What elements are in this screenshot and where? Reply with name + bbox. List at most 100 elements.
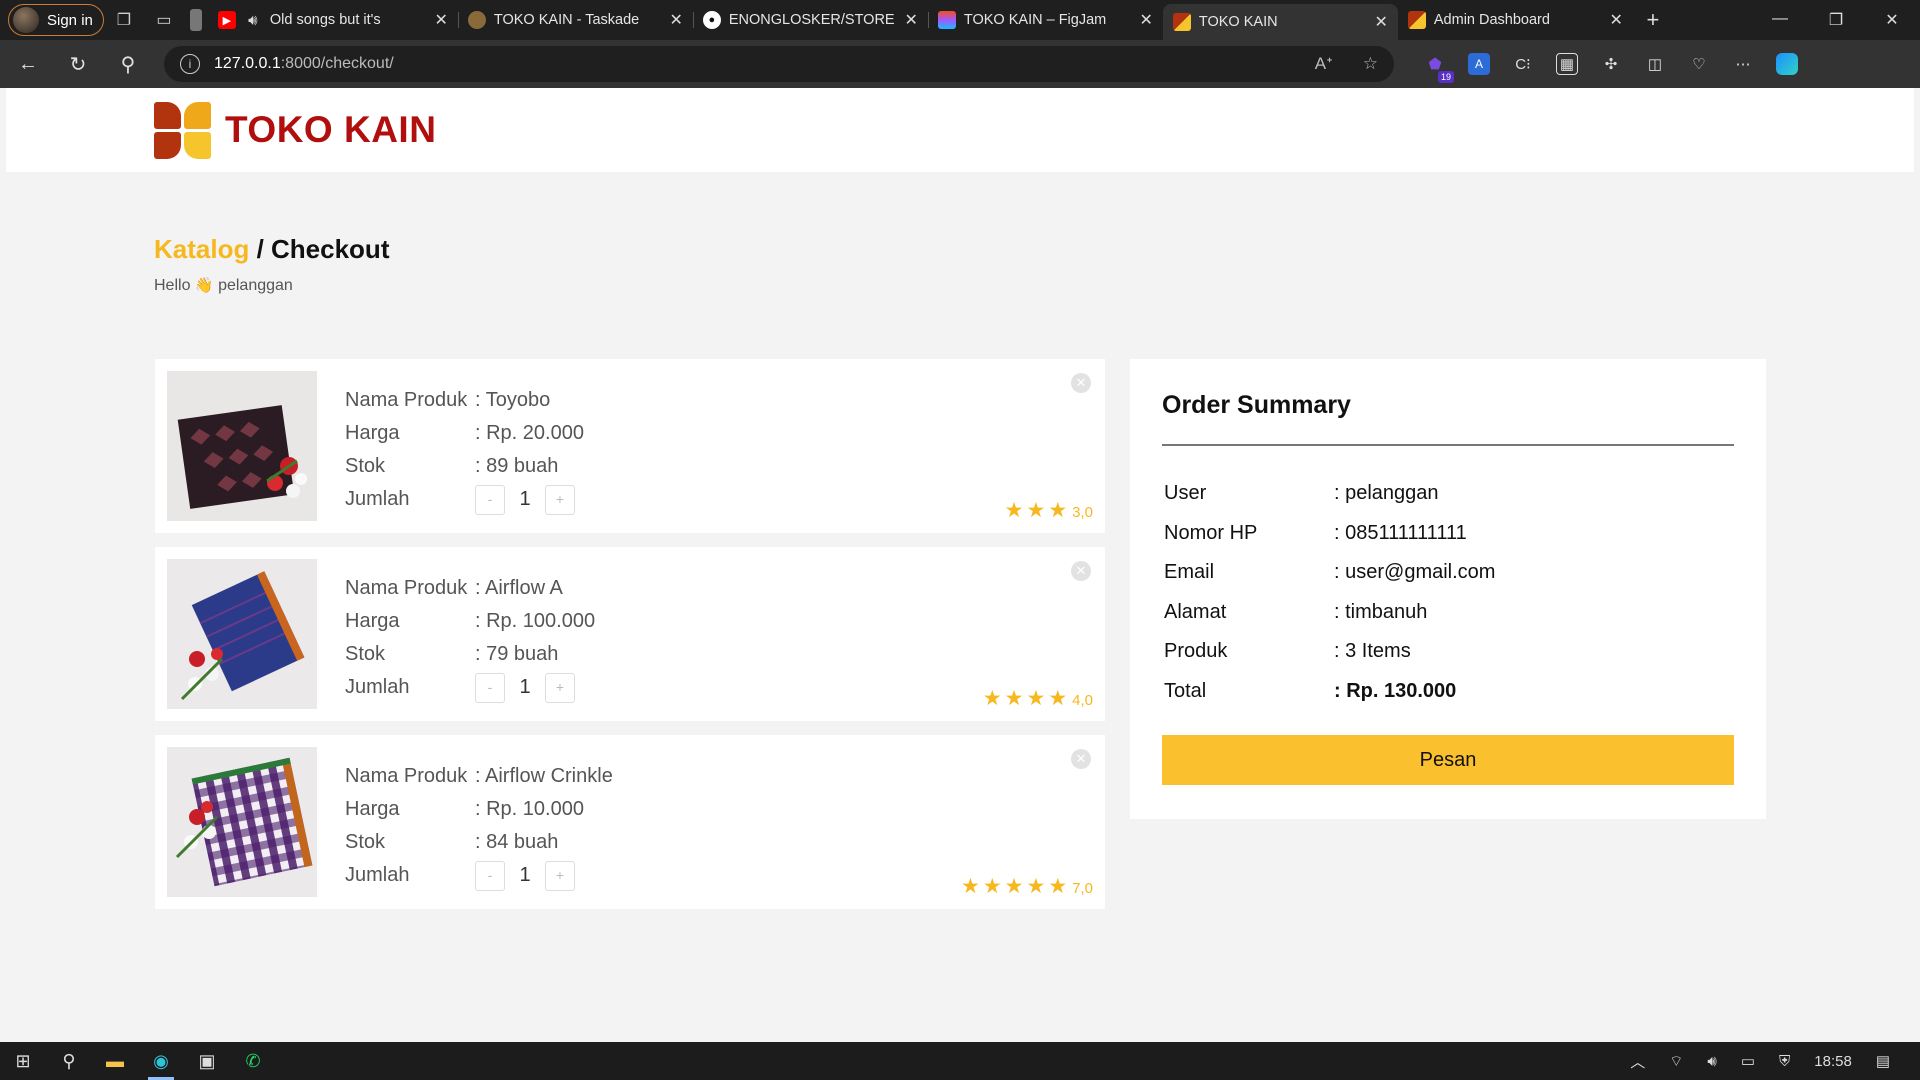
clock[interactable]: 18:58 xyxy=(1814,1053,1852,1070)
close-icon[interactable]: ✕ xyxy=(1139,10,1152,30)
product-price: : Rp. 100.000 xyxy=(475,610,596,632)
tab-taskade[interactable]: TOKO KAIN - Taskade ✕ xyxy=(457,4,693,36)
chevron-up-icon[interactable]: ︿ xyxy=(1630,1051,1645,1072)
product-name: : Airflow A xyxy=(475,577,563,599)
summary-key: Email xyxy=(1164,561,1215,584)
label-stock: Stok xyxy=(345,455,386,477)
decrease-button[interactable]: - xyxy=(475,484,505,515)
page-viewport: TOKO KAIN Katalog / Checkout Hello 👋 pel… xyxy=(6,88,1914,1042)
pinned-tab-icon[interactable] xyxy=(184,4,208,36)
divider xyxy=(1162,444,1734,446)
increase-button[interactable]: + xyxy=(545,860,575,891)
speaker-icon[interactable]: 🔊︎ xyxy=(244,11,262,29)
search-icon[interactable]: ⚲ xyxy=(46,1042,92,1080)
summary-row-products: Produk: 3 Items xyxy=(1162,632,1734,672)
tab-github[interactable]: ● ENONGLOSKER/STORE ✕ xyxy=(692,4,928,36)
summary-row-email: Email: user@gmail.com xyxy=(1162,553,1734,593)
star-icon: ★ xyxy=(1026,875,1046,898)
brand-name[interactable]: TOKO KAIN xyxy=(225,109,436,151)
workspaces-icon[interactable]: ❐ xyxy=(104,4,144,36)
rating-value: 3,0 xyxy=(1072,504,1093,521)
code-extension-icon[interactable]: C⁝ xyxy=(1512,53,1534,75)
tab-title: Old songs but it's xyxy=(269,12,381,28)
summary-key: Nomor HP xyxy=(1164,521,1258,544)
extension-hat-icon[interactable]: ⬟ 19 xyxy=(1424,53,1454,83)
search-icon[interactable]: ⚲ xyxy=(106,46,150,82)
notifications-icon[interactable]: ▤ xyxy=(1876,1052,1890,1070)
back-icon[interactable]: ← xyxy=(6,46,50,82)
product-price: : Rp. 20.000 xyxy=(475,422,584,444)
tab-actions-icon[interactable]: ▭ xyxy=(144,4,184,36)
site-info-icon[interactable]: i xyxy=(180,54,200,74)
close-window-icon[interactable]: ✕ xyxy=(1864,10,1920,30)
tab-youtube[interactable]: ▶ 🔊︎ Old songs but it's ✕ xyxy=(208,4,458,36)
battery-icon[interactable]: ▭ xyxy=(1741,1052,1755,1070)
decrease-button[interactable]: - xyxy=(475,672,505,703)
split-screen-icon[interactable]: ◫ xyxy=(1644,53,1666,75)
address-toolbar: ← ↻ ⚲ i 127.0.0.1 :8000/checkout/ A︎ᐩ ☆ … xyxy=(0,40,1920,88)
quantity-value[interactable]: 1 xyxy=(515,483,535,516)
summary-total-value: : Rp. 130.000 xyxy=(1334,679,1457,702)
wifi-icon[interactable]: ⌔ xyxy=(1669,1052,1683,1071)
read-aloud-icon[interactable]: A︎ᐩ xyxy=(1315,54,1333,74)
star-icon: ★ xyxy=(1004,499,1024,522)
copilot-icon[interactable] xyxy=(1776,53,1798,75)
more-menu-icon[interactable]: ⋯ xyxy=(1732,53,1754,75)
browser-tab-bar: Sign in ❐ ▭ ▶ 🔊︎ Old songs but it's ✕ TO… xyxy=(0,0,1920,40)
close-icon[interactable]: ✕ xyxy=(669,10,682,30)
close-icon[interactable]: ✕ xyxy=(904,10,917,30)
increase-button[interactable]: + xyxy=(545,484,575,515)
screenshot-extension-icon[interactable]: ▦ xyxy=(1556,53,1578,75)
decrease-button[interactable]: - xyxy=(475,860,505,891)
close-icon[interactable]: ✕ xyxy=(434,10,447,30)
label-stock: Stok xyxy=(345,831,386,853)
translate-icon[interactable]: A xyxy=(1468,53,1490,75)
windows-start-icon[interactable]: ⊞ xyxy=(0,1042,46,1080)
label-name: Nama Produk xyxy=(345,389,468,411)
product-image xyxy=(167,559,317,709)
order-button[interactable]: Pesan xyxy=(1162,735,1734,785)
close-icon[interactable]: ✕ xyxy=(1374,12,1387,32)
new-tab-button[interactable]: + xyxy=(1633,7,1673,33)
security-shield-icon[interactable]: ⛨ xyxy=(1779,1053,1790,1070)
minimize-icon[interactable]: — xyxy=(1752,10,1808,30)
url-bar[interactable]: i 127.0.0.1 :8000/checkout/ A︎ᐩ ☆ xyxy=(164,46,1394,82)
remove-item-icon[interactable]: ✕ xyxy=(1071,561,1091,581)
quantity-value[interactable]: 1 xyxy=(515,671,535,704)
star-icon: ★ xyxy=(1004,687,1024,710)
browser-essentials-icon[interactable]: ♡ xyxy=(1688,53,1710,75)
cart-items: Nama Produk: Toyobo Harga: Rp. 20.000 St… xyxy=(155,359,1105,923)
breadcrumb-katalog-link[interactable]: Katalog xyxy=(154,234,249,264)
terminal-icon[interactable]: ▣ xyxy=(184,1042,230,1080)
summary-details: User: pelanggan Nomor HP: 085111111111 E… xyxy=(1162,474,1734,711)
edge-browser-icon[interactable]: ◉ xyxy=(138,1042,184,1080)
remove-item-icon[interactable]: ✕ xyxy=(1071,373,1091,393)
rating: ★ ★ ★ 3,0 xyxy=(1004,499,1093,522)
file-explorer-icon[interactable]: ▬ xyxy=(92,1042,138,1080)
whatsapp-icon[interactable]: ✆ xyxy=(230,1042,276,1080)
product-info: Nama Produk: Airflow Crinkle Harga: Rp. … xyxy=(345,760,613,892)
toko-kain-favicon xyxy=(1407,11,1426,29)
rating-value: 7,0 xyxy=(1072,880,1093,897)
windows-taskbar: ⊞ ⚲ ▬ ◉ ▣ ✆ ︿ ⌔ 🔊︎ ▭ ⛨ 18:58 ▤ xyxy=(0,1042,1920,1080)
increase-button[interactable]: + xyxy=(545,672,575,703)
profile-button[interactable]: Sign in xyxy=(8,4,104,36)
tab-toko-kain[interactable]: TOKO KAIN ✕ xyxy=(1162,4,1398,40)
tab-figjam[interactable]: TOKO KAIN – FigJam ✕ xyxy=(927,4,1163,36)
volume-icon[interactable]: 🔊︎ xyxy=(1707,1053,1716,1070)
quantity-value[interactable]: 1 xyxy=(515,859,535,892)
refresh-icon[interactable]: ↻ xyxy=(56,46,100,82)
url-host: 127.0.0.1 xyxy=(214,55,281,72)
extensions-puzzle-icon[interactable]: ✣ xyxy=(1600,53,1622,75)
summary-row-phone: Nomor HP : 085111111111 xyxy=(1162,514,1734,554)
restore-icon[interactable]: ❐ xyxy=(1808,10,1864,30)
summary-value: : 085111111111 xyxy=(1334,521,1467,544)
close-icon[interactable]: ✕ xyxy=(1609,10,1622,30)
cart-item: Nama Produk: Toyobo Harga: Rp. 20.000 St… xyxy=(155,359,1105,533)
tab-admin-dashboard[interactable]: Admin Dashboard ✕ xyxy=(1398,4,1633,36)
favorite-star-icon[interactable]: ☆ xyxy=(1363,54,1378,74)
site-header: TOKO KAIN xyxy=(6,88,1914,172)
toko-kain-logo-icon[interactable] xyxy=(154,101,211,159)
remove-item-icon[interactable]: ✕ xyxy=(1071,749,1091,769)
avatar xyxy=(13,7,39,33)
